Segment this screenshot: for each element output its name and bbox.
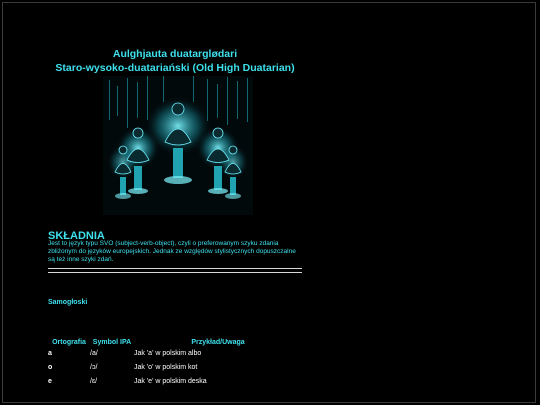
column-header-example: Przykład/Uwaga <box>191 339 245 346</box>
cell-example: Jak 'e' w polskim deska <box>134 378 207 385</box>
cell-example: Jak 'a' w polskim albo <box>134 350 202 357</box>
table-header-row: Ortografia Symbol IPA Przykład/Uwaga <box>48 338 302 347</box>
cell-example: Jak 'o' w polskim kot <box>134 364 198 371</box>
meditating-figures-image <box>103 76 253 215</box>
table-row: o /ɔ/ Jak 'o' w polskim kot <box>48 361 302 375</box>
page-title: Aulghjauta duatarglødari Staro-wysoko-du… <box>48 47 302 75</box>
cell-ipa: /a/ <box>90 350 98 357</box>
column-header-orthography: Ortografia <box>52 339 86 346</box>
cell-orthography: a <box>48 350 52 357</box>
title-native: Aulghjauta duatarglødari <box>112 48 238 60</box>
cell-ipa: /ɔ/ <box>90 364 98 371</box>
syntax-description: Jest to język typu SVO (subject-verb-obj… <box>48 240 296 263</box>
vowels-table: Ortografia Symbol IPA Przykład/Uwaga a /… <box>48 338 302 389</box>
divider-top <box>48 268 302 269</box>
table-row: e /ɛ/ Jak 'e' w polskim deska <box>48 375 302 389</box>
divider-bottom <box>48 272 302 273</box>
cell-orthography: e <box>48 378 52 385</box>
vowels-heading: Samogłoski <box>48 299 88 306</box>
title-polish-english: Staro-wysoko-duatariański (Old High Duat… <box>55 62 295 74</box>
column-header-ipa: Symbol IPA <box>92 339 132 346</box>
cell-ipa: /ɛ/ <box>90 378 98 385</box>
table-row: a /a/ Jak 'a' w polskim albo <box>48 347 302 361</box>
cell-orthography: o <box>48 364 53 371</box>
